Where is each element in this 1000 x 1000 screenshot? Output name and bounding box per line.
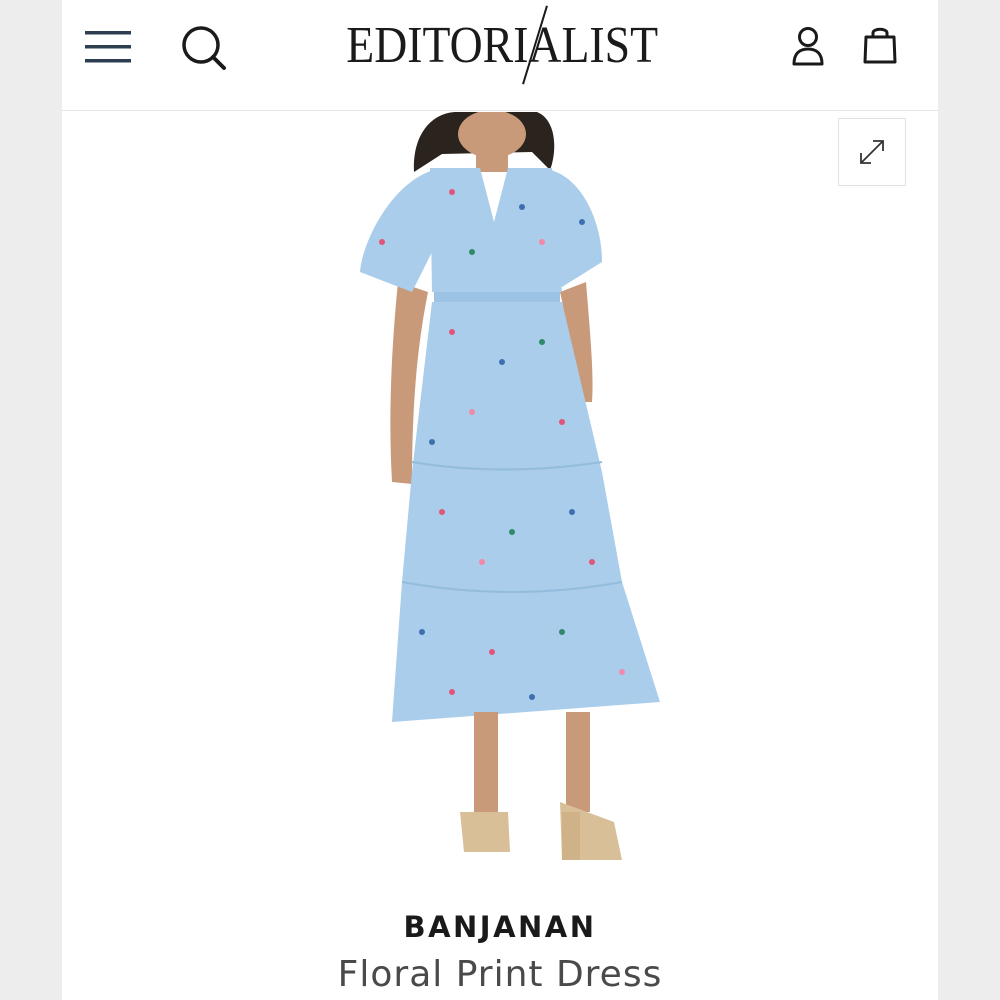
dress-illustration <box>360 110 660 860</box>
site-logo[interactable]: EDITORIALIST <box>302 0 702 90</box>
search-icon <box>182 26 226 70</box>
bag-button[interactable] <box>854 18 906 70</box>
expand-image-button[interactable] <box>838 118 906 186</box>
product-image[interactable] <box>62 110 938 892</box>
account-button[interactable] <box>782 20 834 72</box>
product-page: EDITORIALIST BANJANAN Floral Print Dress <box>62 0 938 1000</box>
hamburger-menu-icon <box>85 31 131 63</box>
product-name: Floral Print Dress <box>337 954 663 995</box>
product-brand[interactable]: BANJANAN <box>62 910 938 944</box>
menu-button[interactable] <box>80 22 136 72</box>
expand-arrows-icon <box>860 140 884 164</box>
site-header: EDITORIALIST <box>62 0 938 111</box>
search-button[interactable] <box>176 20 232 76</box>
shopping-bag-icon <box>863 27 897 64</box>
logo-text: EDITORIALIST <box>346 16 658 74</box>
user-icon <box>792 27 824 66</box>
